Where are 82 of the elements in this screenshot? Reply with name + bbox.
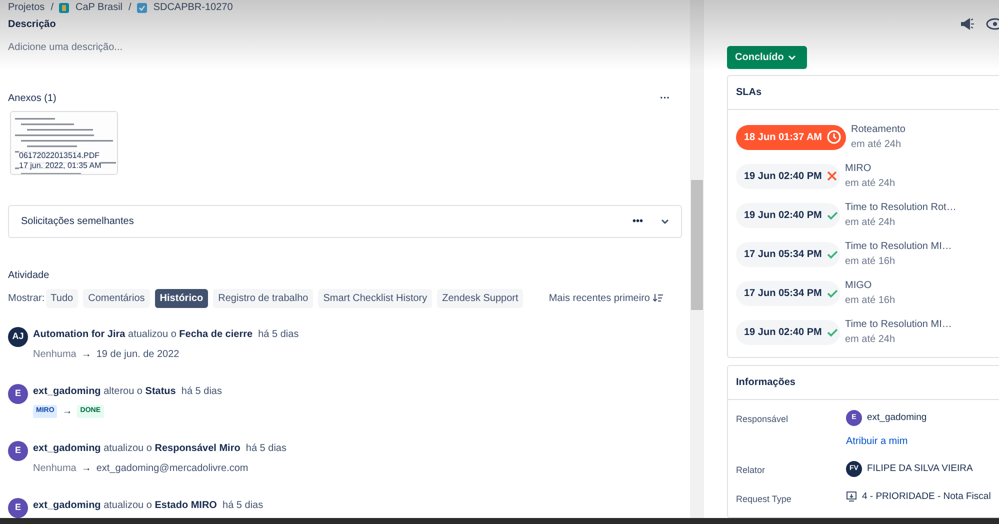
sla-time-pill: 19 Jun 02:40 PM [736, 164, 840, 188]
monitor-icon [846, 491, 857, 502]
cross-icon [826, 171, 837, 181]
chevron-down-icon [788, 54, 796, 60]
breadcrumb-separator: / [128, 1, 132, 15]
field-label: Request Type [736, 492, 792, 506]
sla-time-pill: 17 Jun 05:34 PM [736, 242, 840, 266]
new-value: 19 de jun. de 2022 [96, 348, 180, 362]
sla-name: Roteamento [851, 123, 906, 137]
description-placeholder[interactable]: Adicione uma descrição... [8, 40, 682, 55]
check-icon [826, 288, 838, 298]
more-menu[interactable]: ••• [632, 214, 643, 229]
more-menu[interactable]: ··· [660, 91, 670, 106]
sla-time-pill: 19 Jun 02:40 PM [736, 320, 840, 344]
scrollbar[interactable] [690, 0, 704, 518]
field-value: FILIPE DA SILVA VIEIRA [867, 462, 973, 476]
field-label: Responsável [736, 413, 790, 426]
check-icon [826, 328, 838, 336]
sla-name: Time to Resolution MI… [845, 318, 952, 332]
assign-link[interactable]: Atribuir a mim [846, 434, 927, 449]
eye-icon [986, 17, 999, 31]
clock-icon [827, 130, 841, 144]
breadcrumb-link[interactable]: Projetos [8, 0, 45, 15]
sla-goal: em até 24h [851, 138, 902, 152]
field-value: ext_gadoming [867, 410, 927, 425]
check-icon [826, 250, 838, 258]
arrow-icon: → [81, 461, 92, 476]
checkbox-icon [137, 2, 148, 12]
activity-line: ext_gadoming atualizou o Responsável Miro há 5 dias [33, 442, 286, 456]
megaphone-icon [960, 17, 974, 31]
filter-label: Mostrar: [8, 292, 45, 306]
section-title: Anexos (1) [8, 92, 56, 106]
breadcrumb-separator: / [50, 1, 54, 15]
activity-line: ext_gadoming alterou o Status há 5 dias [33, 385, 222, 399]
sort-button[interactable]: Mais recentes primeiro [544, 289, 668, 308]
user-avatar[interactable]: E [8, 498, 28, 518]
section-title: Atividade [8, 269, 50, 283]
sla-time-pill: 17 Jun 05:34 PM [736, 280, 840, 306]
sla-name: MIRO [845, 162, 872, 176]
filter-tab[interactable]: Comentários [83, 289, 150, 308]
card-title: Solicitações semelhantes [21, 215, 135, 229]
sla-time-pill: 19 Jun 02:40 PM [736, 202, 840, 228]
sla-goal: em até 16h [845, 255, 896, 269]
sla-name: Time to Resolution Rot… [845, 201, 956, 215]
panel-title: Informações [728, 366, 999, 400]
sla-name: Time to Resolution MI… [845, 240, 952, 254]
new-value: ext_gadoming@mercadolivre.com [96, 462, 248, 476]
old-value: Nenhuma [33, 462, 76, 476]
filter-tab[interactable]: Zendesk Support [437, 289, 524, 308]
file-name: 06172022013514.PDF [19, 151, 101, 161]
filter-tab[interactable]: Histórico [154, 289, 208, 308]
field-value: 4 - PRIORIDADE - Nota Fiscal [862, 490, 991, 504]
arrow-icon: → [62, 404, 72, 419]
user-avatar[interactable]: AJ [8, 327, 28, 347]
attachment-card[interactable]: 06172022013514.PDF 17 jun. 2022, 01:35 AM [10, 111, 118, 175]
filter-tab[interactable]: Tudo [46, 289, 78, 308]
breadcrumb-link[interactable]: CaP Brasil [75, 0, 123, 15]
arrow-icon: → [81, 347, 92, 362]
chevron-down-icon [661, 218, 669, 224]
activity-line: ext_gadoming atualizou o Estado MIRO há 5 dias [33, 499, 264, 513]
sort-icon [653, 294, 663, 302]
file-date: 17 jun. 2022, 01:35 AM [19, 161, 102, 171]
sla-goal: em até 24h [845, 333, 896, 347]
user-avatar[interactable]: E [8, 441, 28, 461]
sla-goal: em até 24h [845, 216, 896, 230]
field-label: Relator [736, 464, 766, 477]
user-avatar[interactable]: E [8, 384, 28, 404]
sla-goal: em até 16h [845, 294, 896, 308]
breadcrumb-link[interactable]: SDCAPBR-10270 [153, 0, 233, 15]
sla-time-pill: 18 Jun 01:37 AM [736, 124, 846, 150]
filter-tab[interactable]: Registro de trabalho [213, 289, 314, 308]
old-value: Nenhuma [33, 348, 76, 362]
scrollbar-thumb[interactable] [691, 180, 703, 310]
sla-goal: em até 24h [845, 177, 896, 191]
project-icon [59, 2, 70, 12]
activity-line: Automation for Jira atualizou o Fecha de cierre há 5 dias [33, 328, 299, 342]
check-icon [826, 210, 838, 220]
section-title: Descrição [8, 18, 57, 32]
status-button[interactable]: Concluído [727, 46, 807, 69]
filter-tab[interactable]: Smart Checklist History [318, 289, 432, 308]
panel-title: SLAs [728, 76, 999, 110]
sla-name: MIGO [845, 279, 873, 293]
